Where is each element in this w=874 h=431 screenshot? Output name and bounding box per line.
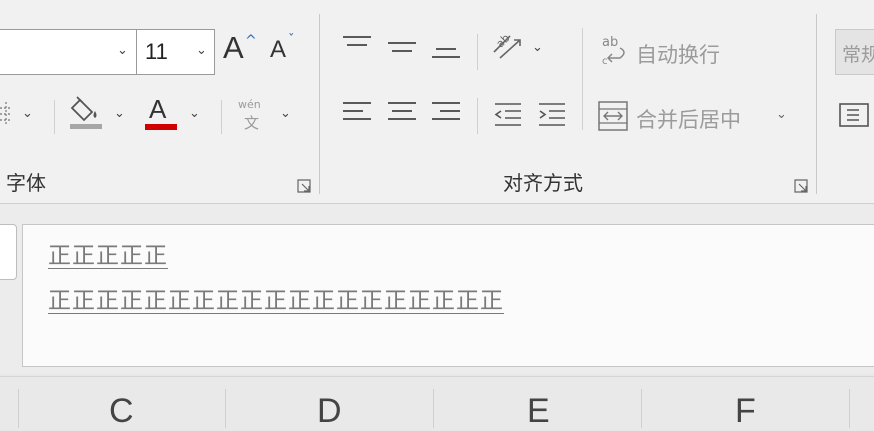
chevron-down-icon: ⌄	[196, 43, 207, 58]
middle-align-button[interactable]	[388, 34, 418, 64]
chevron-down-icon: ⌄	[114, 106, 125, 121]
svg-text:ab: ab	[602, 35, 618, 50]
font-size-combo[interactable]: 11 ⌄	[136, 29, 215, 75]
wrap-text-icon: ab c	[602, 35, 625, 66]
column-header-d[interactable]: D	[317, 392, 342, 431]
caret-up-icon: ^	[245, 33, 257, 49]
increase-indent-icon	[539, 103, 565, 126]
font-color-button[interactable]: A ⌄	[143, 94, 209, 136]
decrease-indent-icon	[494, 103, 521, 126]
align-left-button[interactable]	[343, 102, 373, 132]
middle-align-icon	[388, 42, 416, 58]
column-divider[interactable]	[849, 389, 850, 428]
column-header-c[interactable]: C	[109, 392, 134, 431]
bottom-align-icon	[432, 48, 460, 64]
accounting-format-button[interactable]	[839, 102, 874, 132]
phonetic-top: wén	[238, 98, 261, 111]
column-divider[interactable]	[18, 389, 19, 428]
name-box[interactable]	[0, 224, 17, 280]
borders-button[interactable]: ⌄	[0, 100, 44, 132]
paint-bucket-icon	[70, 96, 97, 122]
wrap-text-button[interactable]: ab c 自动换行	[600, 34, 740, 70]
increase-indent-button[interactable]	[537, 102, 569, 132]
align-right-button[interactable]	[432, 102, 462, 132]
divider	[54, 100, 55, 134]
phonetic-bottom: 文	[244, 114, 260, 132]
divider	[582, 28, 583, 130]
merge-cells-icon	[598, 101, 628, 131]
accounting-format-icon	[839, 103, 869, 127]
chevron-down-icon: ⌄	[189, 106, 200, 121]
column-header-f[interactable]: F	[735, 392, 756, 431]
dialog-launcher-icon[interactable]	[794, 179, 808, 193]
number-format-value: 常规	[842, 44, 874, 66]
ribbon: ⌄ 11 ⌄ A ^ A ˇ ⌄ ⌄ A ⌄ wén 文 ⌄ 字体 ab ⌄ a…	[0, 0, 874, 204]
alignment-group-label: 对齐方式	[503, 171, 583, 195]
column-divider[interactable]	[641, 389, 642, 428]
column-divider[interactable]	[225, 389, 226, 428]
borders-icon	[0, 102, 12, 126]
dialog-launcher-icon[interactable]	[297, 179, 311, 193]
fill-color-bar	[70, 124, 102, 129]
align-center-button[interactable]	[388, 102, 418, 132]
chevron-down-icon: ⌄	[532, 40, 543, 55]
divider	[221, 100, 222, 134]
group-separator	[319, 14, 320, 194]
number-format-combo[interactable]: 常规	[835, 29, 874, 75]
font-color-bar	[145, 124, 177, 130]
align-right-icon	[432, 102, 460, 126]
chevron-down-icon: ⌄	[776, 107, 787, 122]
bottom-align-button[interactable]	[432, 34, 462, 68]
orientation-button[interactable]: ab ⌄	[490, 30, 550, 70]
svg-text:c: c	[602, 56, 608, 66]
shrink-font-button[interactable]: A ˇ	[270, 33, 302, 70]
shrink-font-icon: A	[270, 36, 287, 63]
formula-text-line-2: 正正正正正正正正正正正正正正正正正正正	[48, 288, 504, 314]
svg-text:ab: ab	[494, 31, 513, 50]
merge-center-label: 合并后居中	[636, 108, 741, 132]
column-divider[interactable]	[433, 389, 434, 428]
align-left-icon	[343, 102, 371, 126]
column-header-e[interactable]: E	[527, 392, 550, 431]
formula-text-line-1: 正正正正正	[48, 243, 168, 269]
decrease-indent-button[interactable]	[493, 102, 525, 132]
caret-down-icon: ˇ	[288, 33, 295, 48]
group-separator	[816, 14, 817, 194]
phonetic-guide-button[interactable]: wén 文 ⌄	[236, 98, 298, 138]
chevron-down-icon: ⌄	[280, 106, 291, 121]
font-group-label: 字体	[6, 171, 46, 195]
top-align-button[interactable]	[343, 34, 373, 64]
grow-font-button[interactable]: A ^	[223, 30, 259, 70]
fill-color-button[interactable]: ⌄	[68, 96, 132, 136]
grow-font-icon: A	[223, 30, 244, 65]
font-name-combo[interactable]: ⌄	[0, 29, 136, 75]
align-center-icon	[388, 102, 416, 126]
divider	[477, 98, 478, 134]
chevron-down-icon: ⌄	[117, 43, 128, 58]
font-color-icon: A	[149, 94, 167, 124]
chevron-down-icon: ⌄	[22, 106, 33, 121]
divider	[477, 34, 478, 70]
text-orientation-icon: ab	[493, 31, 521, 59]
font-size-value: 11	[145, 39, 168, 64]
merge-center-button[interactable]: 合并后居中 ⌄	[598, 99, 798, 135]
top-align-icon	[343, 36, 371, 60]
wrap-text-label: 自动换行	[636, 43, 720, 67]
